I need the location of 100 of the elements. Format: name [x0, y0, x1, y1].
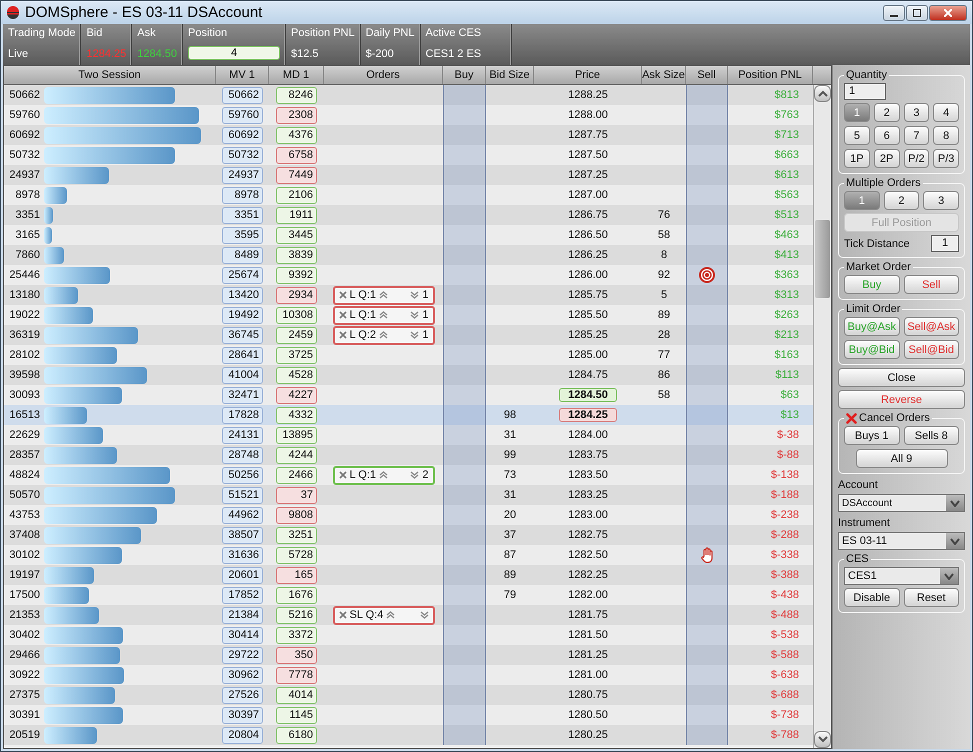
double-chevron-down-icon[interactable]	[420, 611, 428, 619]
quantity-button[interactable]: 2P	[874, 149, 900, 168]
scroll-up-button[interactable]	[814, 85, 831, 102]
buy-cell[interactable]	[443, 525, 486, 545]
buy-cell[interactable]	[443, 205, 486, 225]
market-order-button[interactable]: Sell	[904, 275, 959, 294]
column-header[interactable]: Sell	[686, 66, 728, 84]
sell-cell[interactable]	[686, 305, 728, 325]
buy-cell[interactable]	[443, 245, 486, 265]
order-chip[interactable]: L Q:2 1	[332, 326, 434, 344]
quantity-button[interactable]: 7	[904, 126, 930, 145]
ces-button[interactable]: Reset	[904, 588, 959, 607]
quantity-button[interactable]: 1P	[844, 149, 870, 168]
buy-cell[interactable]	[443, 605, 486, 625]
ces-dropdown[interactable]: CES1	[844, 567, 959, 585]
buy-cell[interactable]	[443, 265, 486, 285]
buy-cell[interactable]	[443, 585, 486, 605]
quantity-button[interactable]: 4	[933, 103, 959, 122]
sell-cell[interactable]	[686, 245, 728, 265]
cancel-icon[interactable]	[338, 311, 346, 319]
close-button[interactable]	[929, 4, 967, 20]
sell-cell[interactable]	[686, 385, 728, 405]
sell-cell[interactable]	[686, 705, 728, 725]
action-button[interactable]: Reverse	[838, 390, 965, 409]
buy-cell[interactable]	[443, 685, 486, 705]
cancel-button[interactable]: Sells 8	[904, 426, 959, 445]
double-chevron-up-icon[interactable]	[379, 331, 388, 339]
buy-cell[interactable]	[443, 185, 486, 205]
buy-cell[interactable]	[443, 145, 486, 165]
sell-cell[interactable]	[686, 525, 728, 545]
buy-cell[interactable]	[443, 445, 486, 465]
cancel-icon[interactable]	[338, 291, 346, 299]
buy-cell[interactable]	[443, 325, 486, 345]
column-header[interactable]: Bid Size	[486, 66, 534, 84]
sell-cell[interactable]	[686, 605, 728, 625]
account-dropdown[interactable]: DSAccount	[838, 494, 965, 512]
quantity-field[interactable]: 1	[844, 83, 886, 100]
column-header[interactable]: Position PNL	[728, 66, 813, 84]
action-button[interactable]: Close	[838, 368, 965, 387]
cancel-icon[interactable]	[338, 611, 346, 619]
quantity-button[interactable]: 2	[874, 103, 900, 122]
buy-cell[interactable]	[443, 405, 486, 425]
column-header[interactable]: Buy	[443, 66, 486, 84]
order-chip[interactable]: L Q:1 2	[332, 466, 434, 484]
cancel-icon[interactable]	[338, 471, 346, 479]
buy-cell[interactable]	[443, 465, 486, 485]
sell-cell[interactable]	[686, 725, 728, 745]
scroll-down-button[interactable]	[814, 731, 831, 748]
buy-cell[interactable]	[443, 365, 486, 385]
buy-cell[interactable]	[443, 725, 486, 745]
sell-cell[interactable]	[686, 645, 728, 665]
cancel-button[interactable]: All 9	[856, 449, 948, 468]
sell-cell[interactable]	[686, 185, 728, 205]
sell-cell[interactable]	[686, 225, 728, 245]
buy-cell[interactable]	[443, 665, 486, 685]
cancel-icon[interactable]	[338, 331, 346, 339]
column-header[interactable]: MV 1	[216, 66, 269, 84]
buy-cell[interactable]	[443, 345, 486, 365]
sell-cell[interactable]	[686, 545, 728, 565]
double-chevron-up-icon[interactable]	[386, 611, 396, 619]
scroll-thumb[interactable]	[815, 220, 830, 298]
buy-cell[interactable]	[443, 305, 486, 325]
sell-cell[interactable]	[686, 365, 728, 385]
column-header[interactable]: Orders	[324, 66, 443, 84]
buy-cell[interactable]	[443, 165, 486, 185]
order-chip[interactable]: L Q:1 1	[332, 286, 434, 304]
quantity-button[interactable]: 5	[844, 126, 870, 145]
sell-cell[interactable]	[686, 685, 728, 705]
sell-cell[interactable]	[686, 145, 728, 165]
buy-cell[interactable]	[443, 505, 486, 525]
quantity-button[interactable]: P/3	[933, 149, 959, 168]
double-chevron-down-icon[interactable]	[410, 311, 420, 319]
sell-cell[interactable]	[686, 485, 728, 505]
double-chevron-down-icon[interactable]	[410, 331, 420, 339]
maximize-button[interactable]	[906, 4, 928, 20]
sell-cell[interactable]	[686, 85, 728, 105]
order-count-button[interactable]: 2	[884, 191, 920, 210]
buy-cell[interactable]	[443, 625, 486, 645]
buy-cell[interactable]	[443, 285, 486, 305]
sell-cell[interactable]	[686, 585, 728, 605]
sell-cell[interactable]	[686, 205, 728, 225]
sell-cell[interactable]	[686, 325, 728, 345]
buy-cell[interactable]	[443, 485, 486, 505]
position-field[interactable]: 4	[188, 46, 280, 60]
buy-cell[interactable]	[443, 125, 486, 145]
buy-cell[interactable]	[443, 225, 486, 245]
sell-cell[interactable]	[686, 165, 728, 185]
sell-cell[interactable]	[686, 565, 728, 585]
column-header[interactable]: MD 1	[269, 66, 324, 84]
column-header[interactable]: Price	[534, 66, 642, 84]
sell-cell[interactable]	[686, 285, 728, 305]
buy-cell[interactable]	[443, 105, 486, 125]
sell-cell[interactable]	[686, 105, 728, 125]
buy-cell[interactable]	[443, 645, 486, 665]
sell-cell[interactable]	[686, 405, 728, 425]
buy-cell[interactable]	[443, 705, 486, 725]
double-chevron-up-icon[interactable]	[379, 311, 388, 319]
cancel-button[interactable]: Buys 1	[844, 426, 900, 445]
double-chevron-down-icon[interactable]	[410, 471, 420, 479]
buy-cell[interactable]	[443, 385, 486, 405]
